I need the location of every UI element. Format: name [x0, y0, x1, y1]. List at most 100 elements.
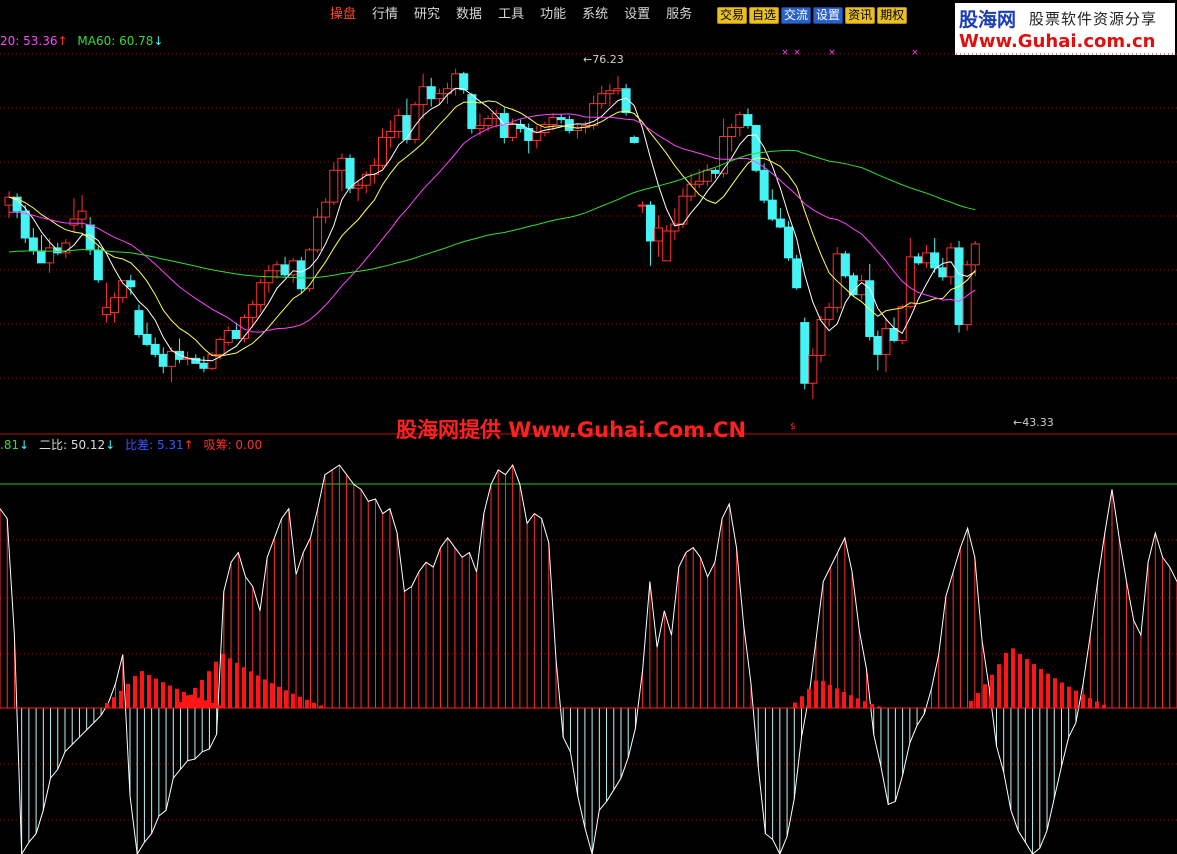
candle-up	[532, 132, 542, 141]
absorb-bar	[305, 699, 309, 708]
candle-up	[970, 243, 980, 266]
candle-down	[913, 256, 923, 264]
signal-marker: ×	[828, 48, 836, 58]
absorb-bar	[140, 671, 144, 708]
candle-up	[215, 338, 225, 355]
absorb-bar	[1053, 678, 1057, 708]
absorb-bar	[263, 679, 267, 708]
absorb-bar	[793, 702, 797, 708]
candle-down	[459, 73, 469, 91]
candle-down	[345, 157, 355, 189]
signal-marker: ×	[793, 48, 801, 58]
candle-down	[28, 237, 38, 252]
absorb-bar	[228, 658, 232, 708]
absorb-bar	[1039, 668, 1043, 708]
candle-up	[808, 354, 818, 384]
candle-down	[784, 226, 794, 259]
absorb-bar	[147, 674, 151, 708]
absorb-bar	[133, 675, 137, 708]
absorb-bar	[119, 690, 123, 708]
candle-down	[231, 330, 241, 339]
candle-down	[467, 94, 477, 130]
candle-down	[629, 136, 639, 143]
candle-down	[134, 310, 144, 335]
candle-up	[897, 306, 907, 341]
candle-up	[418, 86, 428, 106]
absorb-bar	[1067, 686, 1071, 708]
candle-up	[223, 330, 233, 343]
candle-up	[613, 88, 623, 92]
candle-up	[483, 118, 493, 127]
watermark-mark: $	[790, 422, 796, 432]
candle-down	[150, 343, 160, 355]
candle-up	[256, 282, 266, 306]
candle-up	[605, 90, 615, 95]
candle-down	[710, 169, 720, 174]
absorb-bar	[1081, 694, 1085, 708]
absorb-bar	[863, 701, 867, 708]
candle-up	[272, 264, 282, 272]
candle-up	[394, 115, 404, 133]
absorb-bar	[842, 691, 846, 708]
absorb-bar	[1004, 652, 1008, 708]
absorb-bar	[235, 662, 239, 708]
candle-up	[110, 297, 120, 314]
absorb-bar	[154, 678, 158, 708]
absorb-bar	[161, 682, 165, 708]
absorb-bar	[126, 683, 130, 708]
candle-down	[280, 264, 290, 276]
signal-marker: ×	[911, 48, 919, 58]
watermark-text: 股海网提供 Www.Guhai.Com.CN	[396, 418, 747, 442]
absorb-bar	[1060, 682, 1064, 708]
candle-down	[556, 117, 566, 121]
candle-up	[727, 127, 737, 137]
candle-down	[20, 210, 30, 239]
absorb-bar	[298, 696, 302, 708]
absorb-bar	[249, 671, 253, 708]
candle-down	[840, 253, 850, 277]
absorb-bar	[277, 686, 281, 708]
candle-up	[434, 93, 444, 100]
absorb-bar	[1088, 698, 1092, 708]
absorb-bar	[990, 674, 994, 708]
candle-down	[873, 335, 883, 355]
candle-up	[166, 350, 176, 367]
absorb-bar	[1032, 664, 1036, 708]
absorb-bar	[168, 685, 172, 708]
absorb-bar	[976, 693, 980, 708]
ma60-legend: MA60: 60.78↓	[77, 34, 164, 48]
absorb-bar	[284, 690, 288, 708]
absorb-bar	[1018, 653, 1022, 708]
candle-down	[402, 115, 412, 140]
candle-up	[69, 218, 79, 226]
ma20-line	[8, 113, 976, 333]
absorb-bar	[1095, 701, 1099, 708]
absorb-bar	[242, 667, 246, 708]
osc-value-1: .81↓	[0, 438, 30, 452]
candle-up	[353, 184, 363, 189]
absorb-bar	[856, 698, 860, 708]
candle-down	[938, 267, 948, 278]
candle-up	[101, 307, 111, 316]
candle-up	[451, 73, 461, 90]
absorb-bar	[221, 653, 225, 708]
ma20-legend: 20: 53.36↑	[0, 34, 68, 48]
low-price-label: ←43.33	[1013, 416, 1054, 429]
oscillator-legend: .81↓ 二比: 50.12↓ 比差: 5.31↑ 吸筹: 0.00	[0, 436, 268, 453]
candle-up	[702, 169, 712, 182]
absorb-bar	[112, 697, 116, 708]
candle-up	[922, 252, 932, 264]
osc-absorb: 吸筹: 0.00	[203, 438, 263, 452]
candle-up	[735, 114, 745, 129]
absorb-bar	[256, 675, 260, 708]
candle-up	[378, 136, 388, 166]
candle-up	[597, 93, 607, 105]
absorb-bar	[1046, 673, 1050, 708]
absorb-bar	[214, 661, 218, 708]
candle-up	[662, 230, 672, 262]
osc-diff: 比差: 5.31↑	[125, 438, 194, 452]
candle-down	[792, 258, 802, 289]
candle-down	[743, 114, 753, 127]
absorb-bar	[821, 680, 825, 708]
high-price-label: ←76.23	[583, 53, 624, 66]
